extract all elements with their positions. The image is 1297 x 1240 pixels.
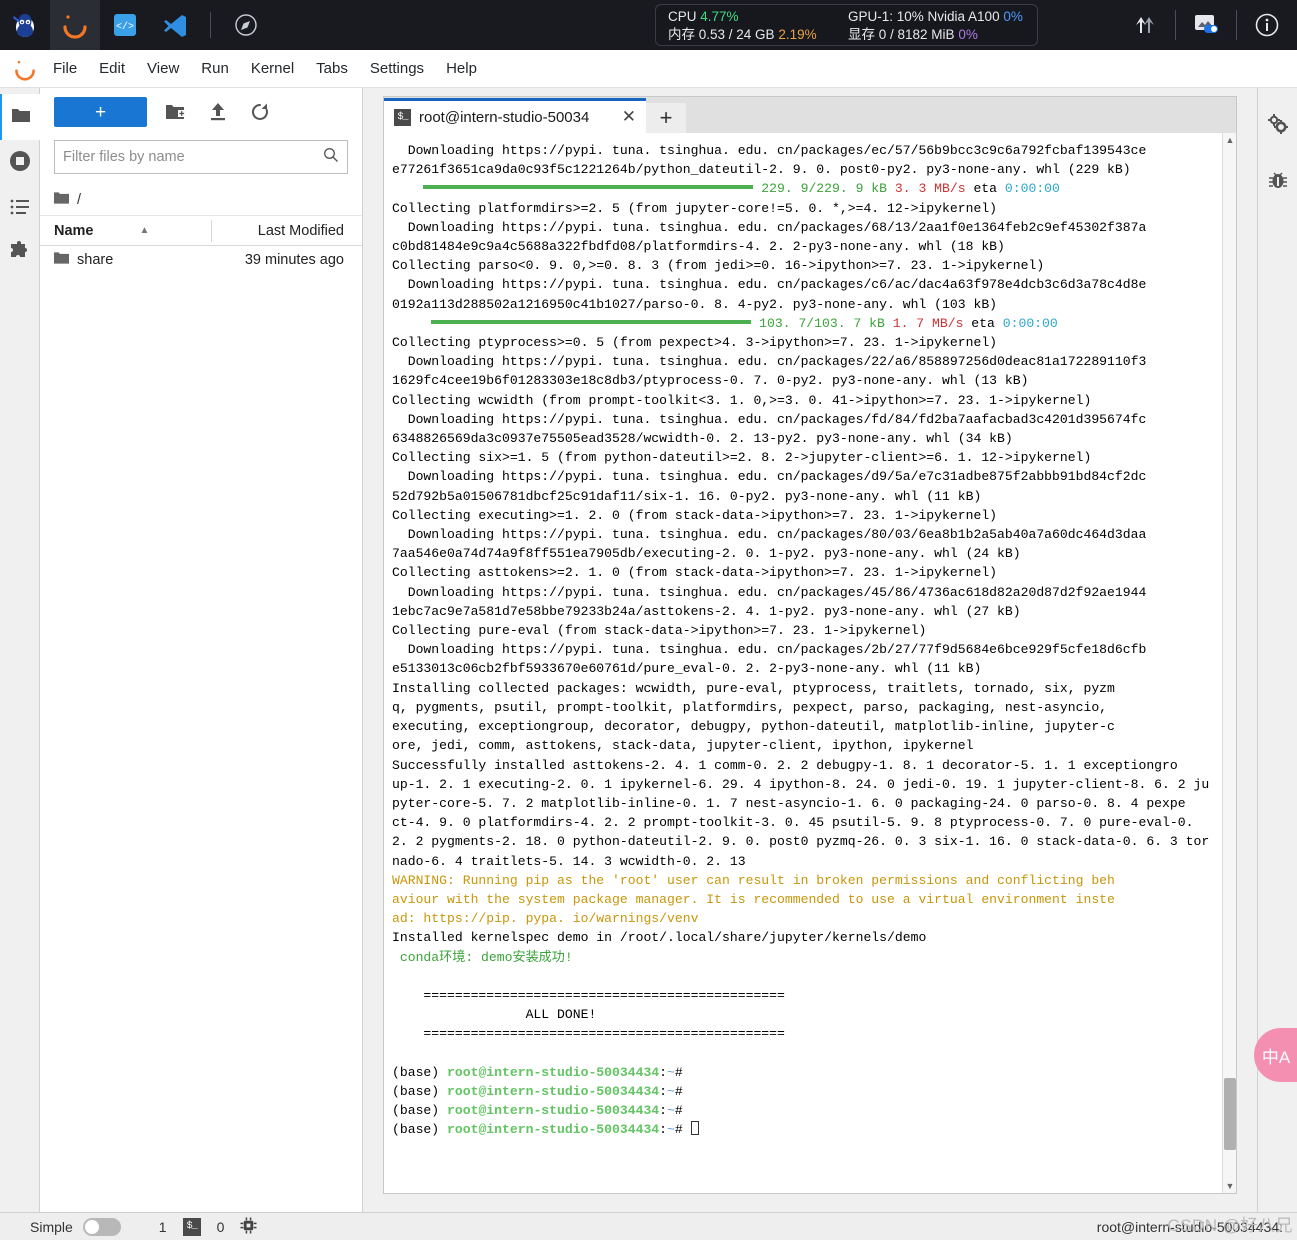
new-launcher-button[interactable]: + <box>54 97 147 127</box>
folder-icon <box>54 251 69 269</box>
app-icon-code[interactable]: </> <box>100 0 150 50</box>
refresh-icon[interactable] <box>247 99 273 125</box>
bug-icon <box>1267 169 1289 196</box>
file-list-empty-area <box>40 274 362 1212</box>
search-input[interactable] <box>63 149 323 165</box>
simple-mode-toggle[interactable] <box>82 1217 121 1236</box>
system-topbar: </> CPU 4.77% GPU-1: 10% Nvidia A100 0% … <box>0 0 1297 50</box>
file-browser-panel: + Filter files by name / Name ▲ Last Mod… <box>40 88 363 1212</box>
menu-edit[interactable]: Edit <box>88 56 136 81</box>
memory-value: 0.53 / 24 GB <box>698 27 775 42</box>
stop-circle-icon <box>8 149 32 178</box>
upload-icon[interactable] <box>205 99 231 125</box>
menu-tabs[interactable]: Tabs <box>305 56 359 81</box>
file-name-cell: share <box>40 251 212 269</box>
file-modified-cell: 39 minutes ago <box>244 252 344 268</box>
column-label-name: Name <box>54 222 94 239</box>
scroll-down-icon[interactable]: ▼ <box>1223 1179 1236 1193</box>
translate-fab[interactable]: 中A <box>1254 1028 1297 1082</box>
file-browser-toolbar: + <box>40 88 362 136</box>
file-filter-container <box>40 136 362 184</box>
terminal-panel: $_ root@intern-studio-50034 ✕ + Download… <box>383 96 1237 1194</box>
terminal-dock: $_ root@intern-studio-50034 ✕ + Download… <box>363 88 1257 1212</box>
tab-label: root@intern-studio-50034 <box>419 108 590 126</box>
file-list-header: Name ▲ Last Modified <box>40 216 362 246</box>
terminal-scrollbar[interactable]: ▲ ▼ <box>1222 133 1236 1193</box>
terminal-icon: $_ <box>394 108 411 126</box>
menubar: File Edit View Run Kernel Tabs Settings … <box>0 50 1297 88</box>
gpu-label: GPU-1: 10% Nvidia A100 <box>848 9 1000 24</box>
main-area: + Filter files by name / Name ▲ Last Mod… <box>0 88 1297 1212</box>
cpu-chip-icon[interactable] <box>240 1216 257 1237</box>
menu-file[interactable]: File <box>42 56 88 81</box>
vram-percent: 0% <box>958 27 978 42</box>
jupyter-logo-icon <box>8 54 42 84</box>
sidebar-item-extensions[interactable] <box>0 232 40 278</box>
filter-files-box[interactable] <box>54 140 348 174</box>
memory-label: 内存 <box>668 27 695 42</box>
app-icon-penguin[interactable] <box>0 0 50 50</box>
table-row[interactable]: share 39 minutes ago <box>40 246 362 274</box>
sidebar-item-file-browser[interactable] <box>0 94 40 140</box>
app-icon-compass[interactable] <box>221 0 271 50</box>
breadcrumb[interactable]: / <box>40 184 362 216</box>
property-inspector-icon[interactable] <box>1258 98 1297 154</box>
terminal-tabbar: $_ root@intern-studio-50034 ✕ + <box>384 97 1236 133</box>
cpu-value: 4.77% <box>700 9 739 24</box>
resource-stats-panel: CPU 4.77% GPU-1: 10% Nvidia A100 0% 内存 0… <box>655 4 1038 46</box>
statusbar: Simple 1 $_ 0 root@intern-studio-5003443… <box>0 1212 1297 1240</box>
statusbar-left: Simple 1 $_ 0 <box>0 1216 257 1237</box>
sidebar-item-running[interactable] <box>0 140 40 186</box>
terminal-count: 0 <box>216 1218 225 1235</box>
puzzle-icon <box>8 240 32 270</box>
translate-icon: 中A <box>1261 1047 1291 1067</box>
terminal-text: Downloading https://pypi. tuna. tsinghua… <box>392 143 1210 1138</box>
statusbar-right: root@intern-studio-50034434: CSDN @好八兄 <box>1096 1216 1297 1235</box>
terminal-icon[interactable]: $_ <box>182 1217 201 1236</box>
column-header-modified[interactable]: Last Modified <box>212 223 362 239</box>
upload-arrows-icon[interactable] <box>1115 12 1175 38</box>
new-folder-icon[interactable] <box>163 99 189 125</box>
close-icon[interactable]: ✕ <box>620 107 638 127</box>
app-icon-vscode[interactable] <box>150 0 200 50</box>
scrollbar-thumb[interactable] <box>1224 1078 1236 1150</box>
svg-text:</>: </> <box>116 21 134 33</box>
search-icon[interactable] <box>323 147 339 168</box>
gears-icon <box>1266 112 1290 141</box>
column-header-name[interactable]: Name ▲ <box>40 223 211 239</box>
gpu-value: 0% <box>1003 9 1023 24</box>
image-toggle-icon[interactable] <box>1176 12 1236 38</box>
mode-label: Simple <box>30 1218 73 1235</box>
menu-run[interactable]: Run <box>190 56 240 81</box>
sort-ascending-icon: ▲ <box>139 225 150 236</box>
memory-percent: 2.19% <box>778 27 817 42</box>
scroll-up-icon[interactable]: ▲ <box>1223 133 1236 147</box>
toggle-knob <box>84 1219 99 1234</box>
menu-view[interactable]: View <box>136 56 190 81</box>
terminal-output[interactable]: Downloading https://pypi. tuna. tsinghua… <box>384 133 1236 1193</box>
add-tab-button[interactable]: + <box>646 103 686 133</box>
app-icon-jupyter[interactable] <box>50 0 100 50</box>
file-name-label: share <box>77 252 114 268</box>
tab-terminal[interactable]: $_ root@intern-studio-50034 ✕ <box>384 98 646 133</box>
menu-kernel[interactable]: Kernel <box>240 56 305 81</box>
folder-icon <box>10 104 32 131</box>
menu-settings[interactable]: Settings <box>359 56 435 81</box>
list-icon <box>9 196 31 223</box>
vram-value: 0 / 8182 MiB <box>878 27 955 42</box>
current-terminal-label: root@intern-studio-50034434: <box>1096 1218 1283 1235</box>
info-icon[interactable] <box>1237 11 1297 39</box>
left-sidebar-rail <box>0 88 40 1212</box>
debugger-icon[interactable] <box>1258 154 1297 210</box>
vram-label: 显存 <box>848 27 875 42</box>
right-sidebar-rail: 中A <box>1254 88 1297 1212</box>
topbar-divider-1 <box>210 12 211 38</box>
sidebar-item-toc[interactable] <box>0 186 40 232</box>
kernel-count: 1 <box>158 1218 167 1235</box>
breadcrumb-path: / <box>77 191 82 208</box>
cpu-label: CPU <box>668 9 697 24</box>
topbar-right-icons <box>1115 0 1297 50</box>
folder-icon <box>54 191 69 209</box>
menu-help[interactable]: Help <box>435 56 488 81</box>
